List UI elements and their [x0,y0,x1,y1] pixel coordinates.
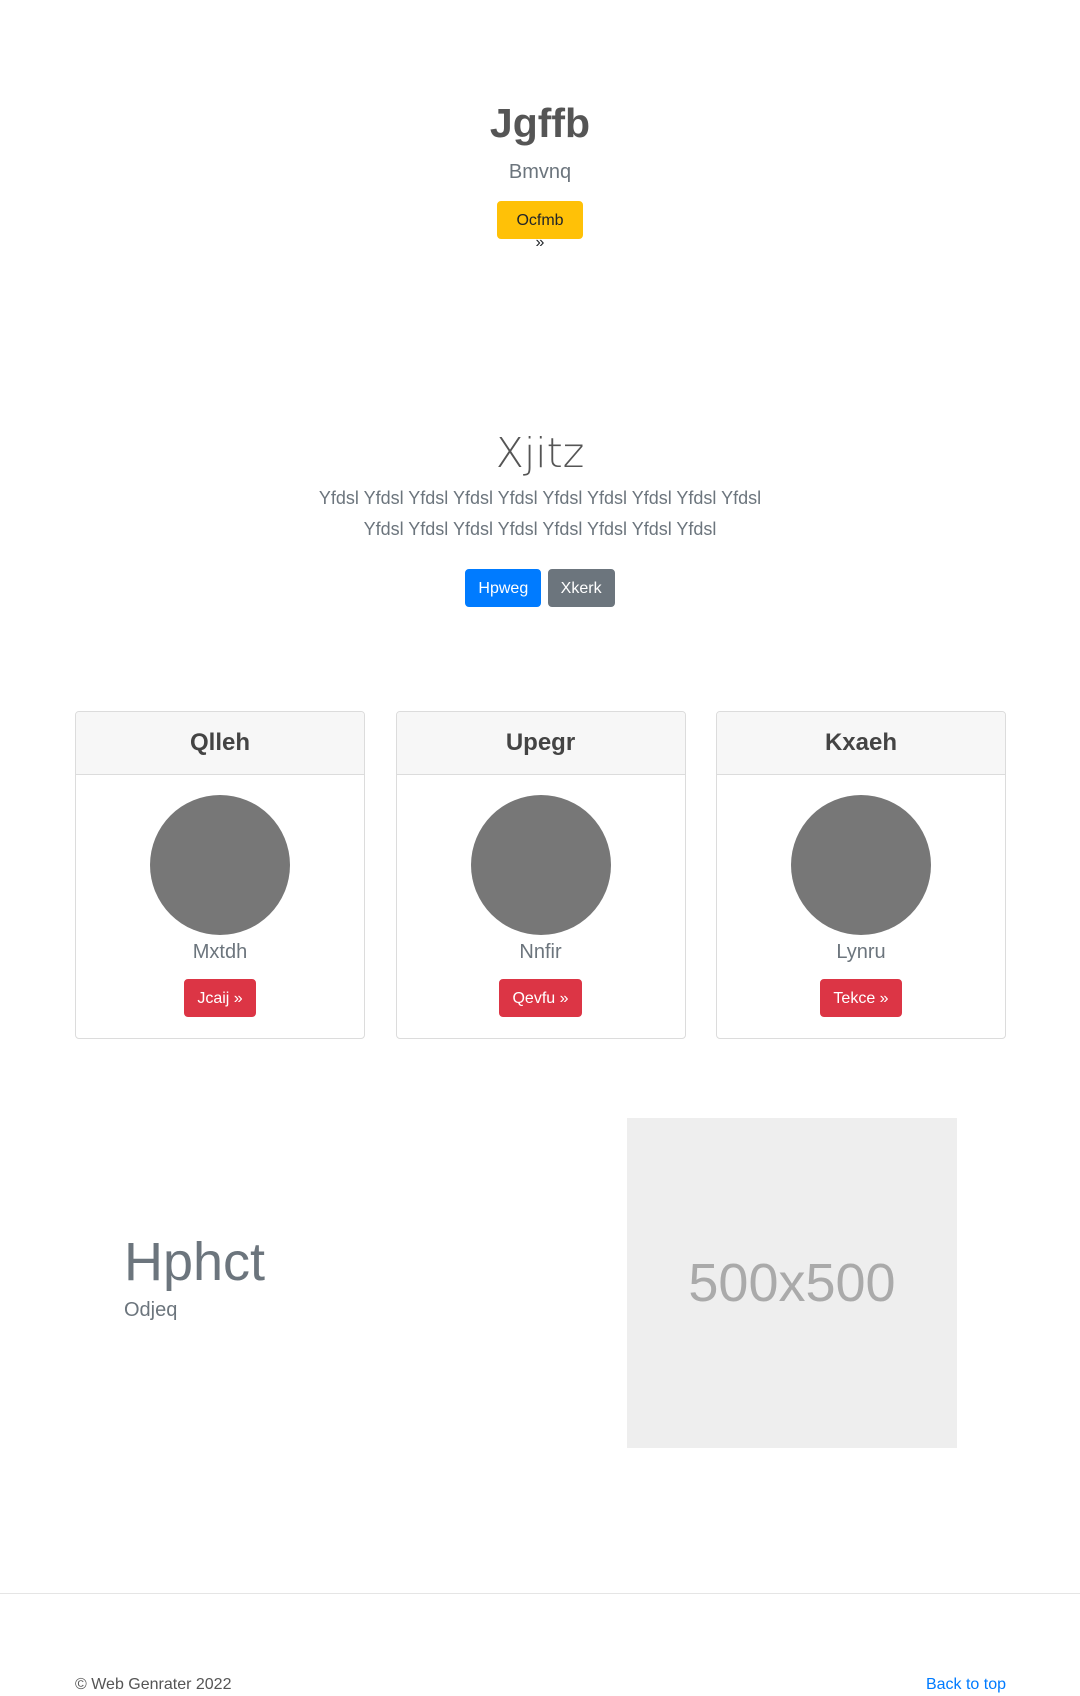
card-body: Lynru Tekce » [717,775,1005,1017]
card-button[interactable]: Tekce » [820,979,902,1017]
footer-divider [0,1593,1080,1594]
intro-title: Xjitz [495,429,585,477]
avatar [791,795,931,935]
profile-card: Qlleh Mxtdh Jcaij » [75,711,365,1039]
card-title: Kxaeh [717,712,1005,775]
secondary-button[interactable]: Xkerk [547,569,615,607]
profile-card: Kxaeh Lynru Tekce » [716,711,1006,1039]
feature-section: Hphct Odjeq 500x500 [0,1118,1080,1448]
hero-subtitle: Bmvnq [508,161,572,183]
intro-text: Yfdsl Yfdsl Yfdsl Yfdsl Yfdsl Yfdsl Yfds… [318,488,762,539]
hero-title: Jgffb [489,100,591,146]
feature-subtitle: Odjeq [124,1299,178,1321]
card-name: Nnfir [519,941,562,963]
intro-section: Xjitz Yfdsl Yfdsl Yfdsl Yfdsl Yfdsl Yfds… [0,425,1080,607]
hero-section: Jgffb Bmvnq Ocfmb » [0,95,1080,252]
footer: © Web Genrater 2022 Back to top [75,1674,1006,1696]
card-title: Qlleh [76,712,364,775]
placeholder-image: 500x500 [627,1118,957,1448]
card-button[interactable]: Qevfu » [499,979,582,1017]
card-name: Mxtdh [192,941,248,963]
card-body: Nnfir Qevfu » [397,775,685,1017]
hero-button[interactable]: Ocfmb » [497,201,583,251]
copyright-text: © Web Genrater 2022 [75,1676,232,1693]
card-button[interactable]: Jcaij » [184,979,256,1017]
card-title: Upegr [396,712,685,775]
feature-title: Hphct [124,1232,266,1292]
avatar [150,795,290,935]
avatar [470,795,611,935]
profile-card: Upegr Nnfir Qevfu » [395,711,686,1039]
placeholder-image-label: 500x500 [688,1253,896,1313]
card-body: Mxtdh Jcaij » [76,775,364,1017]
back-to-top-link[interactable]: Back to top [926,1674,1006,1696]
card-grid: Qlleh Mxtdh Jcaij » Upegr Nnfir Qevfu » … [75,711,1006,1039]
card-name: Lynru [836,941,886,963]
primary-button[interactable]: Hpweg [465,569,542,607]
intro-buttons: Hpweg Xkerk [0,569,1080,607]
